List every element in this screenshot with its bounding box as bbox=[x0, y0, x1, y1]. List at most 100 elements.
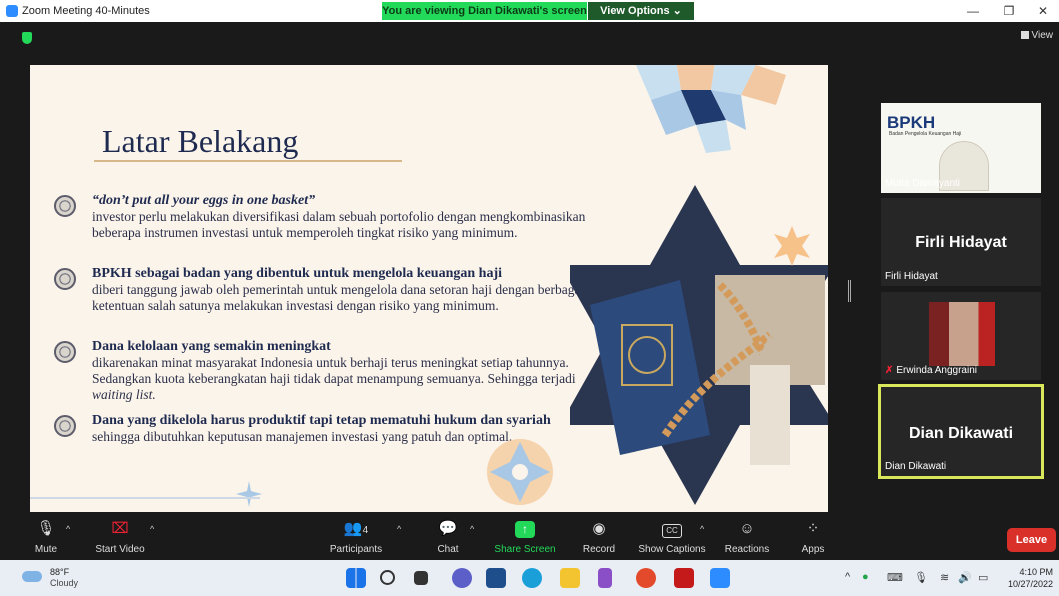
participant-display-name: Firli Hidayat bbox=[915, 234, 1007, 251]
restore-icon[interactable]: ❐ bbox=[994, 2, 1024, 20]
chat-label: Chat bbox=[437, 544, 459, 555]
meeting-area: View Latar Belakang “don’t put all your … bbox=[0, 22, 1059, 515]
participant-name: Mutia Damayanti bbox=[885, 178, 961, 189]
slide-bottom-rule bbox=[30, 497, 260, 499]
bullet-body: dikarenakan minat masyarakat Indonesia u… bbox=[92, 355, 614, 403]
start-video-button[interactable]: ⌧ Start Video bbox=[92, 518, 148, 555]
close-icon[interactable]: ✕ bbox=[1028, 2, 1058, 20]
chat-button[interactable]: 💬 Chat bbox=[434, 518, 462, 555]
microphone-icon: 🎙 bbox=[36, 520, 56, 537]
share-screen-button[interactable]: ↑ Share Screen bbox=[494, 518, 556, 555]
geometric-ornament-top bbox=[636, 65, 786, 153]
file-explorer-icon[interactable] bbox=[560, 568, 580, 588]
view-label: View bbox=[1031, 30, 1054, 41]
participant-name-row: ✗ Erwinda Anggraini bbox=[885, 365, 977, 376]
microphone-tray-icon[interactable]: 🎙 bbox=[914, 571, 928, 584]
ornament-bullet-icon bbox=[54, 415, 76, 437]
show-captions-button[interactable]: CC Show Captions bbox=[636, 518, 708, 555]
share-arrow-icon: ↑ bbox=[494, 518, 556, 540]
chevron-up-icon[interactable]: ^ bbox=[845, 571, 850, 583]
teams-chat-icon[interactable] bbox=[452, 568, 472, 588]
apps-grid-icon: ⁘ bbox=[806, 520, 820, 537]
clock-time: 4:10 PM bbox=[1019, 567, 1053, 577]
mute-button[interactable]: 🎙 Mute bbox=[30, 518, 62, 555]
clock[interactable]: 4:10 PM 10/27/2022 bbox=[1008, 566, 1053, 590]
task-view-icon[interactable] bbox=[414, 571, 428, 585]
zoom-window: Zoom Meeting 40-Minutes You are viewing … bbox=[0, 0, 1059, 596]
snowflake-star-icon bbox=[236, 481, 262, 507]
weather-temp: 88°F bbox=[50, 567, 70, 577]
mute-label: Mute bbox=[34, 544, 58, 555]
cloud-icon bbox=[22, 571, 42, 582]
bullet-heading: “don’t put all your eggs in one basket” bbox=[92, 193, 316, 208]
wifi-icon[interactable]: ≋ bbox=[940, 571, 949, 584]
chevron-up-icon: ^ bbox=[470, 524, 475, 534]
bullet-body: diberi tanggung jawab oleh pemerintah un… bbox=[92, 282, 585, 313]
start-video-label: Start Video bbox=[95, 544, 145, 555]
start-windows-icon[interactable] bbox=[346, 568, 366, 588]
apps-label: Apps bbox=[801, 544, 825, 555]
participant-tile-mutia[interactable]: BPKH Badan Pengelola Keuangan Haji Mutia… bbox=[881, 103, 1041, 193]
reactions-button[interactable]: ☺ Reactions bbox=[722, 518, 772, 555]
panel-resize-handle[interactable] bbox=[848, 280, 851, 302]
edge-browser-icon[interactable] bbox=[522, 568, 542, 588]
mail-icon[interactable] bbox=[486, 568, 506, 588]
clock-date: 10/27/2022 bbox=[1007, 579, 1053, 589]
record-label: Record bbox=[582, 544, 616, 555]
participant-video bbox=[929, 302, 995, 366]
keyboard-icon[interactable]: ⌨ bbox=[887, 571, 903, 584]
bpkh-logo-subtitle: Badan Pengelola Keuangan Haji bbox=[889, 131, 962, 137]
view-button[interactable]: View bbox=[1020, 30, 1054, 41]
ornament-bullet-icon bbox=[54, 268, 76, 290]
video-off-icon: ⌧ bbox=[111, 520, 129, 537]
battery-icon[interactable]: ▭ bbox=[978, 571, 988, 584]
bullet-2: BPKH sebagai badan yang dibentuk untuk m… bbox=[54, 266, 614, 314]
participant-display-name: Dian Dikawati bbox=[908, 425, 1014, 442]
participants-icon: 👥4 bbox=[343, 520, 369, 537]
pdf-reader-icon[interactable] bbox=[674, 568, 694, 588]
security-shield-icon[interactable] bbox=[22, 32, 32, 44]
record-icon: ◉ bbox=[592, 520, 606, 537]
chevron-up-icon: ^ bbox=[397, 524, 402, 534]
app-tray-icon[interactable]: ● bbox=[862, 571, 869, 583]
participant-name: Dian Dikawati bbox=[885, 461, 947, 472]
show-captions-label: Show Captions bbox=[638, 544, 706, 555]
bullet-heading: Dana yang dikelola harus produktif tapi … bbox=[92, 413, 551, 428]
participant-tile-dian[interactable]: Dian Dikawati Dian Dikawati bbox=[878, 384, 1044, 479]
bullet-heading: BPKH sebagai badan yang dibentuk untuk m… bbox=[92, 266, 503, 281]
bpkh-logo: BPKH bbox=[887, 113, 936, 132]
chevron-up-icon: ^ bbox=[66, 524, 71, 534]
share-screen-label: Share Screen bbox=[494, 544, 556, 555]
participants-button[interactable]: 👥4 Participants bbox=[326, 518, 386, 555]
title-bar: Zoom Meeting 40-Minutes You are viewing … bbox=[0, 0, 1059, 22]
participants-label: Participants bbox=[329, 544, 383, 555]
minimize-icon[interactable]: — bbox=[958, 2, 988, 20]
windows-taskbar: 88°F Cloudy ^ ● ⌨ 🎙 ≋ 🔊 ▭ 4:10 PM 10/27/… bbox=[0, 560, 1059, 596]
meeting-controls-toolbar: 🎙 Mute ^ ⌧ Start Video ^ 👥4 Participants… bbox=[0, 512, 1059, 560]
record-button[interactable]: ◉ Record bbox=[580, 518, 618, 555]
muted-mic-icon: ✗ bbox=[885, 365, 894, 376]
reactions-label: Reactions bbox=[724, 544, 770, 555]
participant-tile-erwinda[interactable]: ✗ Erwinda Anggraini bbox=[881, 292, 1041, 380]
zoom-taskbar-icon[interactable] bbox=[710, 568, 730, 588]
search-icon[interactable] bbox=[380, 570, 395, 585]
bullet-body: investor perlu melakukan diversifikasi d… bbox=[92, 209, 586, 240]
apps-button[interactable]: ⁘ Apps bbox=[798, 518, 828, 555]
geometric-rosette-icon bbox=[487, 439, 553, 505]
leave-button[interactable]: Leave bbox=[1007, 528, 1056, 552]
title-underline bbox=[94, 160, 402, 162]
view-options-button[interactable]: View Options ⌄ bbox=[588, 2, 694, 20]
grid-view-icon bbox=[1020, 31, 1029, 39]
chrome-icon[interactable] bbox=[636, 568, 656, 588]
participant-name: Erwinda Anggraini bbox=[896, 365, 977, 376]
participant-name: Firli Hidayat bbox=[885, 271, 938, 282]
bullet-1: “don’t put all your eggs in one basket” … bbox=[54, 193, 614, 241]
ornament-bullet-icon bbox=[54, 341, 76, 363]
participants-count: 4 bbox=[362, 525, 369, 536]
participant-tile-firli[interactable]: Firli Hidayat Firli Hidayat bbox=[881, 198, 1041, 286]
app-icon[interactable] bbox=[598, 568, 612, 588]
decorative-star-icon bbox=[774, 226, 810, 266]
chevron-up-icon: ^ bbox=[150, 524, 155, 534]
bullet-heading: Dana kelolaan yang semakin meningkat bbox=[92, 339, 331, 354]
volume-icon[interactable]: 🔊 bbox=[958, 571, 972, 584]
